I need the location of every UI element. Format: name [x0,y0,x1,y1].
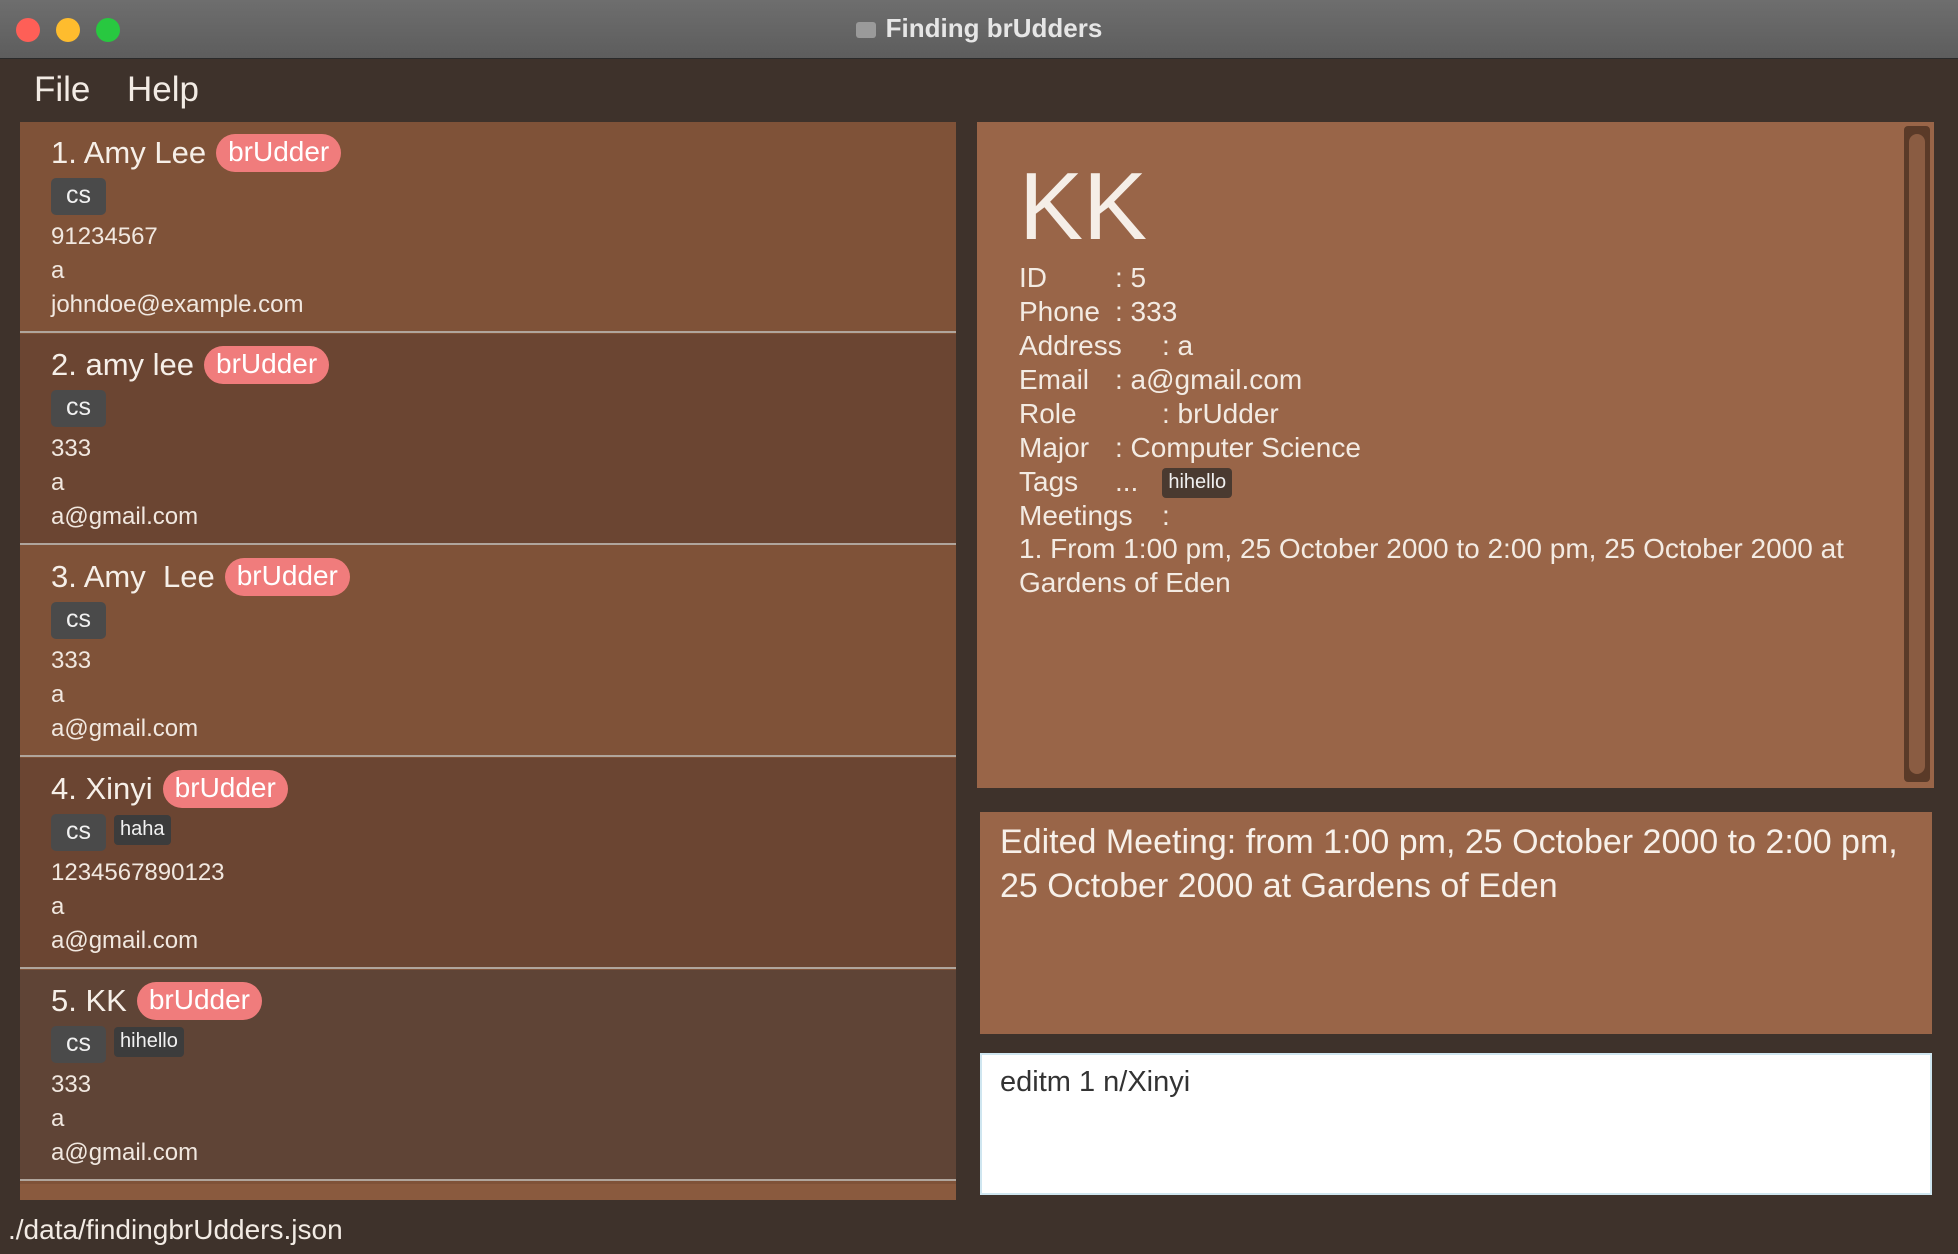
person-name: 5. KK [51,983,127,1018]
detail-role-value: : brUdder [1162,398,1279,429]
role-badge: brUdder [216,134,342,172]
person-card[interactable]: 3. Amy Lee brUdder cs 333 a a@gmail.com [20,546,956,757]
person-list[interactable]: 1. Amy Lee brUdder cs 91234567 a johndoe@… [20,122,956,1200]
detail-email-label: Email [1019,364,1090,395]
person-name-row: 1. Amy Lee brUdder [51,134,342,172]
role-badge: brUdder [224,558,350,596]
detail-email-value: : a@gmail.com [1115,364,1303,395]
person-name: 1. Amy Lee [51,135,207,170]
command-box[interactable] [980,1053,1932,1195]
person-address: a [51,681,65,708]
person-name: 2. amy lee [51,347,195,382]
person-name-row: 5. KK brUdder [51,982,262,1020]
person-address: a [51,257,65,284]
meeting-item: 1. From 1:00 pm, 25 October 2000 to 2:00… [1019,533,1844,598]
detail-meetings-value: : [1162,500,1170,531]
detail-major-label: Major [1019,432,1090,463]
detail-tags-row: Tags... hihello [1019,466,1233,498]
role-badge: brUdder [136,982,262,1020]
tag-row: cs [51,178,114,215]
menu-file[interactable]: File [34,70,90,110]
detail-address-value: : a [1162,330,1194,361]
person-card[interactable]: 1. Amy Lee brUdder cs 91234567 a johndoe@… [20,122,956,333]
person-card[interactable]: 5. KK brUdder cs hihello 333 a a@gmail.com [20,970,956,1181]
detail-meetings-row: Meetings: [1019,500,1170,532]
window-titlebar: Finding brUdders [0,0,1958,59]
detail-name: KK [1019,153,1148,260]
tag-row: cs hihello [51,1026,184,1063]
detail-phone-value: : 333 [1115,296,1178,327]
detail-scrollbar[interactable] [1904,126,1930,782]
major-tag: cs [51,390,106,427]
result-message: Edited Meeting: from 1:00 pm, 25 October… [1000,823,1898,905]
person-email: a@gmail.com [51,927,199,954]
detail-id-value: : 5 [1115,262,1147,293]
scrollbar-thumb[interactable] [1909,134,1925,774]
detail-phone-row: Phone : 333 [1019,296,1177,328]
detail-tag: hihello [1162,468,1233,498]
detail-phone-label: Phone [1019,296,1100,327]
app-icon [855,22,876,38]
person-email: a@gmail.com [51,715,199,742]
person-phone: 333 [51,1071,92,1098]
command-input[interactable] [998,1065,1902,1100]
person-email: johndoe@example.com [51,291,304,318]
tag-row: cs haha [51,814,171,851]
person-name-row: 2. amy lee brUdder [51,346,330,384]
person-address: a [51,469,65,496]
result-display: Edited Meeting: from 1:00 pm, 25 October… [980,812,1932,1034]
major-tag: cs [51,178,106,215]
person-email: a@gmail.com [51,1139,199,1166]
role-badge: brUdder [162,770,288,808]
person-phone: 333 [51,435,92,462]
extra-tag: hihello [114,1026,184,1057]
person-name-row: 3. Amy Lee brUdder [51,558,350,596]
person-name: 3. Amy Lee [51,559,215,594]
extra-tag: haha [114,814,171,845]
menu-help[interactable]: Help [127,70,199,110]
person-phone: 333 [51,647,92,674]
person-detail-panel: KK ID : 5 Phone : 333 Address : a Email : a@… [977,122,1934,788]
detail-address-label: Address [1019,330,1122,361]
major-tag: cs [51,602,106,639]
tag-row: cs [51,390,114,427]
next-card-peek [20,1184,956,1200]
detail-id-row: ID : 5 [1019,262,1146,294]
window-title: Finding brUdders [0,13,1958,44]
detail-tags-label: Tags [1019,466,1079,497]
person-phone: 1234567890123 [51,859,225,886]
detail-role-row: Role : brUdder [1019,398,1279,430]
person-address: a [51,893,65,920]
person-card[interactable]: 2. amy lee brUdder cs 333 a a@gmail.com [20,334,956,545]
major-tag: cs [51,1026,106,1063]
detail-major-value: : Computer Science [1115,432,1361,463]
person-address: a [51,1105,65,1132]
tag-row: cs [51,602,114,639]
person-card[interactable]: 4. Xinyi brUdder cs haha 1234567890123 a a… [20,758,956,969]
detail-tags-value: ... [1115,466,1139,497]
detail-role-label: Role [1019,398,1077,429]
detail-address-row: Address : a [1019,330,1193,362]
person-name-row: 4. Xinyi brUdder [51,770,288,808]
menu-bar: File Help [0,59,1958,121]
role-badge: brUdder [204,346,330,384]
detail-id-label: ID [1019,262,1047,293]
detail-major-row: Major : Computer Science [1019,432,1361,464]
person-phone: 91234567 [51,223,158,250]
detail-meetings-label: Meetings [1019,500,1133,531]
person-email: a@gmail.com [51,503,199,530]
major-tag: cs [51,814,106,851]
detail-email-row: Email : a@gmail.com [1019,364,1302,396]
status-bar-file-path: ./data/findingbrUdders.json [8,1214,343,1245]
person-name: 4. Xinyi [51,771,153,806]
